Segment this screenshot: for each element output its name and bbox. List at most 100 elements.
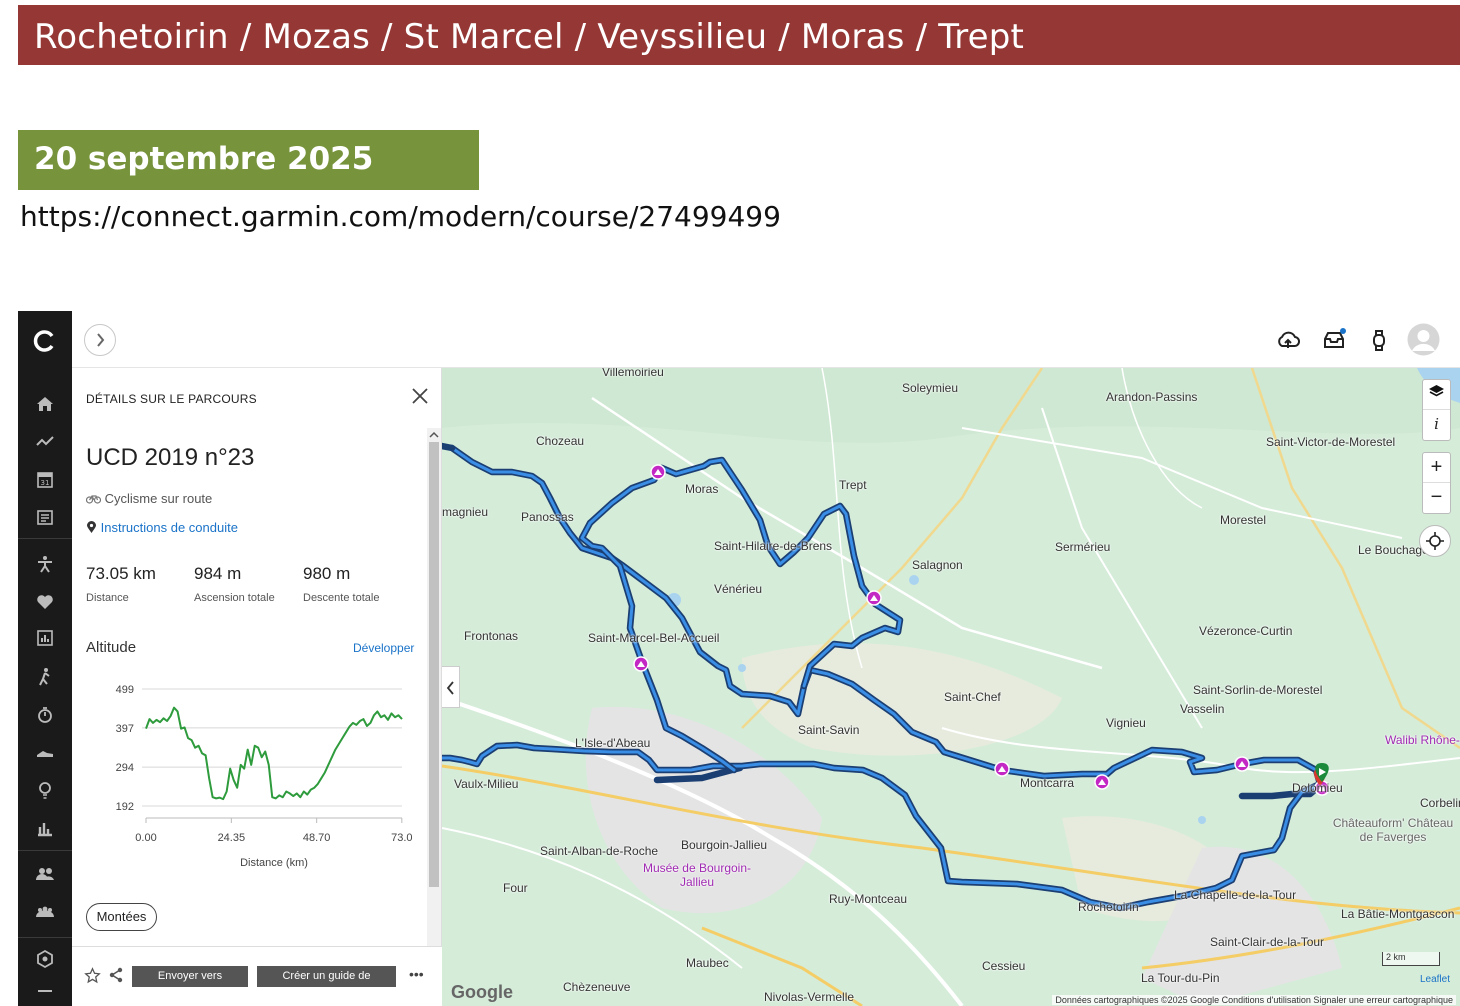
map-label: Vénérieu [714, 582, 763, 596]
climb-marker-icon[interactable] [650, 464, 666, 480]
climb-marker-icon[interactable] [633, 656, 649, 672]
directions-link[interactable]: Instructions de conduite [86, 520, 238, 535]
map-label: Four [503, 881, 528, 895]
user-avatar-icon[interactable] [1407, 323, 1440, 356]
bike-icon [85, 495, 102, 504]
activity-trend-icon[interactable] [35, 432, 55, 452]
map-label: Chèzeneuve [563, 980, 631, 994]
health-heart-icon[interactable] [35, 592, 55, 612]
info-icon: i [1434, 415, 1439, 433]
send-to-button[interactable]: Envoyer vers [132, 966, 248, 987]
map-label: Maubec [686, 956, 729, 970]
poi-label: Walibi Rhône- [1385, 733, 1460, 747]
chevron-left-icon [446, 681, 454, 695]
stat-value: 73.05 km [86, 564, 156, 583]
collapse-panel-button[interactable] [442, 666, 460, 708]
map-label: Ruy-Montceau [829, 892, 908, 906]
y-tick-label: 192 [116, 801, 134, 813]
scrollbar-thumb[interactable] [429, 442, 439, 887]
map-label: Saint-Savin [798, 723, 860, 737]
statistics-bar-icon[interactable] [35, 818, 55, 838]
connections-icon[interactable] [35, 864, 55, 884]
expand-panel-button[interactable] [84, 324, 116, 356]
stat-ascent: 984 m Ascension totale [194, 564, 275, 604]
map-attribution: Données cartographiques ©2025 Google Con… [1052, 995, 1456, 1005]
golf-icon[interactable] [35, 667, 55, 687]
x-tick-label: 73.0 [391, 832, 412, 844]
left-nav: 31 [18, 311, 72, 1006]
calendar-icon[interactable]: 31 [35, 469, 55, 489]
map-label: Saint-Victor-de-Morestel [1266, 435, 1396, 449]
climb-marker-icon[interactable] [994, 761, 1010, 777]
y-tick-label: 397 [116, 723, 134, 735]
device-watch-icon[interactable] [1366, 327, 1392, 353]
sport-label: Cyclisme sur route [104, 491, 213, 506]
lightbulb-icon[interactable] [35, 780, 55, 800]
leaflet-link[interactable]: Leaflet [1420, 974, 1450, 985]
climbs-button[interactable]: Montées [86, 903, 157, 931]
stat-value: 984 m [194, 564, 242, 583]
map-label: Nivolas-Vermelle [764, 990, 855, 1004]
crosshair-icon [1426, 532, 1444, 550]
svg-text:31: 31 [41, 479, 50, 487]
course-map[interactable]: Villemoirieu Soleymieu Arandon-Passins C… [442, 368, 1460, 1006]
panel-footer: Envoyer vers Créer un guide de ••• [72, 946, 442, 1006]
stat-label: Ascension totale [194, 592, 275, 604]
map-label: Saint-Alban-de-Roche [540, 844, 659, 858]
expand-altitude-link[interactable]: Développer [353, 641, 414, 655]
slide-title: Rochetoirin / Mozas / St Marcel / Veyssi… [34, 17, 1025, 57]
close-icon[interactable] [410, 386, 430, 406]
create-guide-button[interactable]: Créer un guide de [257, 966, 396, 987]
map-label: Le Bouchage [1358, 543, 1429, 557]
climb-marker-icon[interactable] [866, 590, 882, 606]
inbox-notification-icon[interactable] [1321, 327, 1347, 353]
panel-scrollbar[interactable] [427, 428, 441, 948]
map-label: Moras [685, 482, 719, 496]
training-icon[interactable] [35, 554, 55, 574]
more-options-icon[interactable]: ••• [409, 966, 424, 982]
map-label: Dolomieu [1292, 781, 1343, 795]
zoom-in-button[interactable]: + [1423, 453, 1450, 482]
locate-button[interactable] [1419, 525, 1451, 557]
star-favorite-icon[interactable] [84, 967, 101, 984]
map-layers-control: i [1422, 379, 1451, 441]
garmin-app: 31 DÉTAILS SUR LE PARCOURS UCD 2019 n°23 [18, 311, 1460, 1006]
scroll-up-icon[interactable] [427, 429, 441, 441]
connect-iq-icon[interactable] [35, 949, 55, 969]
directions-label[interactable]: Instructions de conduite [101, 520, 238, 535]
insights-chart-icon[interactable] [35, 628, 55, 648]
stat-label: Descente totale [303, 592, 380, 604]
layers-button[interactable] [1423, 380, 1450, 409]
map-scale: 2 km [1382, 952, 1440, 966]
map-label: Vasselin [1180, 702, 1225, 716]
map-label: Sermérieu [1055, 540, 1111, 554]
map-label: Bourgoin-Jallieu [681, 838, 768, 852]
gear-shoe-icon[interactable] [35, 742, 55, 762]
map-label: Cessieu [982, 959, 1026, 973]
stat-descent: 980 m Descente totale [303, 564, 379, 604]
top-bar [72, 311, 1460, 368]
stopwatch-icon[interactable] [35, 705, 55, 725]
share-icon[interactable] [108, 967, 124, 983]
stat-label: Distance [86, 592, 129, 604]
reports-icon[interactable] [35, 507, 55, 527]
location-pin-icon [87, 521, 96, 533]
more-apps-icon[interactable] [35, 983, 55, 1003]
map-label: Saint-Hilaire-de-Brens [714, 539, 833, 553]
course-url[interactable]: https://connect.garmin.com/modern/course… [20, 200, 781, 233]
zoom-control: + − [1422, 452, 1451, 514]
groups-icon[interactable] [35, 902, 55, 922]
climb-marker-icon[interactable] [1094, 774, 1110, 790]
map-label: Corbelin [1420, 796, 1460, 810]
map-label: La Bâtie-Montgascon [1341, 907, 1455, 921]
home-icon[interactable] [35, 394, 55, 414]
altitude-chart: 499 397 294 192 0.00 24.35 48.70 73.0 Distance (… [116, 684, 413, 869]
climb-marker-icon[interactable] [1234, 756, 1250, 772]
map-label: La Chapelle-de-la-Tour [1174, 888, 1297, 902]
info-button[interactable]: i [1423, 409, 1450, 438]
layers-icon [1429, 385, 1444, 397]
garmin-logo-icon[interactable] [33, 329, 57, 353]
map-label: Salagnon [912, 558, 963, 572]
zoom-out-button[interactable]: − [1423, 482, 1450, 511]
upload-cloud-icon[interactable] [1275, 327, 1301, 353]
